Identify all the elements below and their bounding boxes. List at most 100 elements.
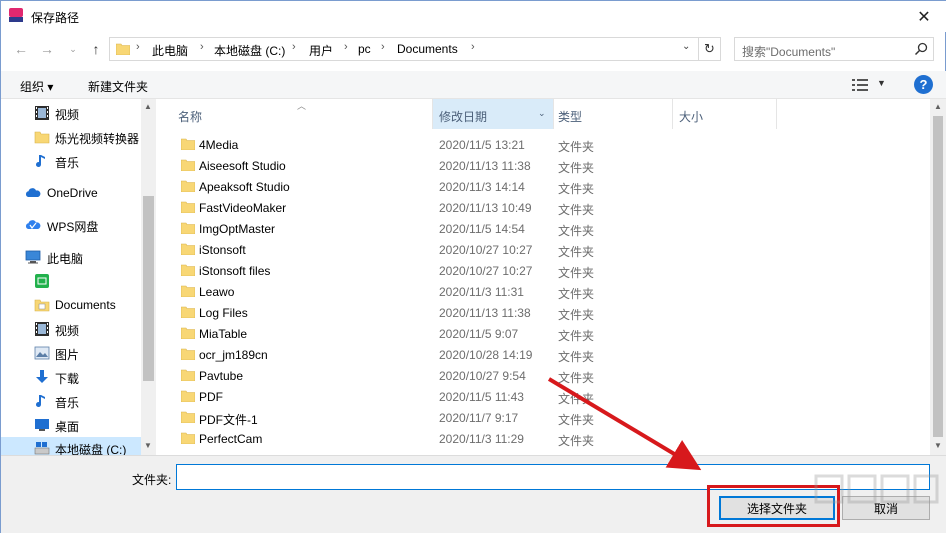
- column-filter-chevron-icon[interactable]: ⌄: [538, 108, 546, 119]
- organize-menu-button[interactable]: 组织 ▾: [20, 78, 53, 95]
- nav-item-local-disk[interactable]: 本地磁盘 (C:): [1, 437, 141, 455]
- file-row[interactable]: iStonsoft 2020/10/27 10:27 文件夹: [166, 239, 930, 260]
- breadcrumb-separator-icon: ›: [381, 41, 385, 53]
- file-type: 文件夹: [558, 245, 595, 259]
- file-modified-date: 2020/11/5 11:43: [439, 390, 524, 404]
- column-divider[interactable]: [553, 99, 554, 129]
- folder-icon: [181, 159, 195, 171]
- file-type: 文件夹: [558, 434, 595, 448]
- nav-item-converter-folder[interactable]: 烁光视频转换器: [1, 126, 141, 148]
- back-arrow-icon[interactable]: ←: [11, 38, 31, 60]
- file-row[interactable]: MiaTable 2020/11/5 9:07 文件夹: [166, 323, 930, 344]
- breadcrumb-separator-icon: ›: [200, 41, 204, 53]
- file-list: ︿ 名称 修改日期 ⌄ 类型 大小 4Media 2020/11/5 13:21 文…: [166, 99, 930, 455]
- column-header-name[interactable]: 名称: [178, 108, 202, 125]
- recent-locations-chevron-icon[interactable]: ⌄: [63, 38, 83, 60]
- nav-item-downloads[interactable]: 下载: [1, 366, 141, 388]
- nav-item-music[interactable]: 音乐: [1, 150, 141, 172]
- refresh-icon[interactable]: ↻: [699, 37, 721, 61]
- file-row[interactable]: Log Files 2020/11/13 11:38 文件夹: [166, 302, 930, 323]
- scroll-down-arrow-icon[interactable]: ▼: [934, 441, 942, 450]
- nav-item-this-pc[interactable]: 此电脑: [1, 246, 141, 268]
- folder-icon: [181, 348, 195, 360]
- view-options-chevron-icon[interactable]: ▼: [877, 78, 886, 88]
- address-dropdown-chevron-icon[interactable]: ⌄: [682, 41, 690, 52]
- file-modified-date: 2020/11/5 9:07: [439, 327, 519, 341]
- search-box[interactable]: 搜索"Documents": [734, 37, 934, 61]
- title-bar: 保存路径 ✕: [1, 1, 946, 32]
- file-row[interactable]: ImgOptMaster 2020/11/5 14:54 文件夹: [166, 218, 930, 239]
- nav-item-label: 此电脑: [47, 252, 84, 266]
- nav-item-app-shortcut[interactable]: [1, 270, 141, 292]
- nav-item-wps-cloud[interactable]: WPS网盘: [1, 214, 141, 236]
- file-modified-date: 2020/11/5 14:54: [439, 222, 525, 236]
- navigation-pane: 视频 烁光视频转换器 音乐 OneDrive WPS网盘 此电脑 Documen…: [1, 99, 156, 455]
- file-row[interactable]: Aiseesoft Studio 2020/11/13 11:38 文件夹: [166, 155, 930, 176]
- file-row[interactable]: Apeaksoft Studio 2020/11/3 14:14 文件夹: [166, 176, 930, 197]
- file-type: 文件夹: [558, 182, 595, 196]
- wps-cloud-icon: [25, 220, 41, 230]
- cloud-icon: [25, 188, 41, 197]
- nav-item-videos-2[interactable]: 视频: [1, 318, 141, 340]
- up-arrow-icon[interactable]: ↑: [86, 38, 106, 60]
- nav-item-documents[interactable]: Documents: [1, 294, 141, 316]
- folder-field-label: 文件夹:: [132, 473, 172, 487]
- folder-icon: [181, 243, 195, 255]
- nav-item-onedrive[interactable]: OneDrive: [1, 182, 141, 204]
- file-name: PDF文件-1: [199, 413, 258, 427]
- file-row[interactable]: iStonsoft files 2020/10/27 10:27 文件夹: [166, 260, 930, 281]
- breadcrumb-users[interactable]: 用户: [309, 42, 333, 59]
- column-divider[interactable]: [776, 99, 777, 129]
- forward-arrow-icon[interactable]: →: [37, 38, 57, 60]
- file-row[interactable]: 4Media 2020/11/5 13:21 文件夹: [166, 134, 930, 155]
- file-modified-date: 2020/10/27 9:54: [439, 369, 526, 383]
- nav-item-label: 烁光视频转换器: [55, 132, 140, 146]
- watermark-logo-icon: [814, 474, 939, 504]
- nav-item-label: 图片: [55, 348, 80, 362]
- breadcrumb-this-pc[interactable]: 此电脑: [152, 42, 188, 59]
- folder-icon: [181, 432, 195, 444]
- view-details-icon[interactable]: [852, 78, 868, 92]
- address-bar[interactable]: › 此电脑 › 本地磁盘 (C:) › 用户 › pc › Documents …: [109, 37, 699, 61]
- scroll-up-arrow-icon[interactable]: ▲: [934, 102, 942, 111]
- folder-icon: [181, 306, 195, 318]
- file-type: 文件夹: [558, 266, 595, 280]
- file-list-scrollbar[interactable]: ▲ ▼: [930, 99, 946, 455]
- new-folder-button[interactable]: 新建文件夹: [88, 78, 148, 95]
- close-button[interactable]: ✕: [901, 1, 946, 32]
- nav-item-label: 视频: [55, 324, 80, 338]
- file-name: Log Files: [199, 306, 248, 320]
- search-icon[interactable]: [913, 41, 929, 57]
- file-modified-date: 2020/10/27 10:27: [439, 264, 533, 278]
- file-row[interactable]: FastVideoMaker 2020/11/13 10:49 文件夹: [166, 197, 930, 218]
- navigation-scrollbar[interactable]: ▲ ▼: [141, 99, 156, 455]
- file-row[interactable]: PDF文件-1 2020/11/7 9:17 文件夹: [166, 407, 930, 428]
- scroll-up-arrow-icon[interactable]: ▲: [144, 102, 152, 111]
- scroll-down-arrow-icon[interactable]: ▼: [144, 441, 152, 450]
- folder-icon: [181, 390, 195, 402]
- scrollbar-thumb[interactable]: [933, 116, 943, 437]
- column-header-type[interactable]: 类型: [558, 108, 582, 125]
- nav-item-desktop[interactable]: 桌面: [1, 414, 141, 436]
- folder-icon: [181, 327, 195, 339]
- column-header-date[interactable]: 修改日期: [439, 108, 487, 125]
- file-row[interactable]: ocr_jm189cn 2020/10/28 14:19 文件夹: [166, 344, 930, 365]
- breadcrumb-pc[interactable]: pc: [358, 42, 371, 56]
- column-header-size[interactable]: 大小: [679, 108, 703, 125]
- nav-item-videos[interactable]: 视频: [1, 102, 141, 124]
- nav-item-pictures[interactable]: 图片: [1, 342, 141, 364]
- column-divider[interactable]: [672, 99, 673, 129]
- scrollbar-thumb[interactable]: [143, 196, 154, 381]
- file-row[interactable]: PerfectCam 2020/11/3 11:29 文件夹: [166, 428, 930, 449]
- breadcrumb-local-disk[interactable]: 本地磁盘 (C:): [214, 42, 285, 59]
- file-row[interactable]: Leawo 2020/11/3 11:31 文件夹: [166, 281, 930, 302]
- nav-item-music-2[interactable]: 音乐: [1, 390, 141, 412]
- file-modified-date: 2020/11/7 9:17: [439, 411, 519, 425]
- file-row[interactable]: PDF 2020/11/5 11:43 文件夹: [166, 386, 930, 407]
- column-divider[interactable]: [432, 99, 433, 129]
- download-icon: [36, 370, 48, 383]
- help-icon[interactable]: ?: [914, 75, 933, 94]
- file-row[interactable]: Pavtube 2020/10/27 9:54 文件夹: [166, 365, 930, 386]
- breadcrumb-documents[interactable]: Documents: [397, 42, 458, 56]
- video-icon: [35, 106, 49, 120]
